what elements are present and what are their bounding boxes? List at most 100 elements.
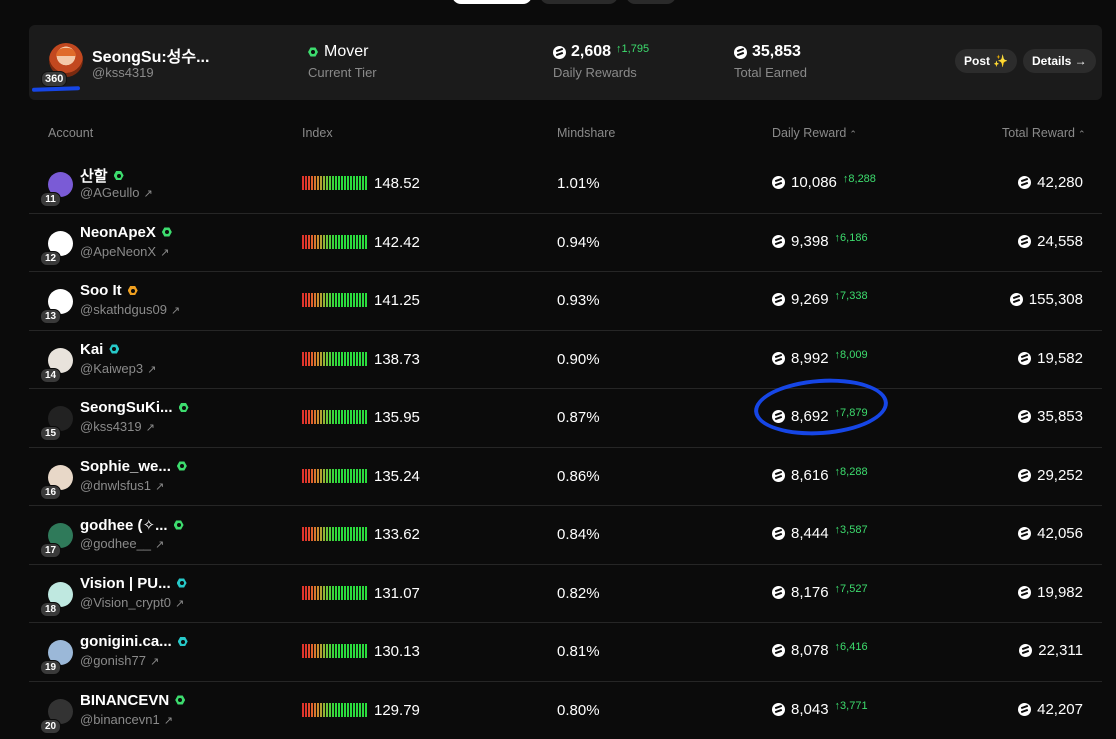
coin-icon — [772, 235, 785, 248]
top-tab-1[interactable] — [452, 0, 532, 4]
table-row[interactable]: 20BINANCEVN@binancevn1↗129.790.80%8,043↑… — [29, 682, 1102, 739]
index-bar-segment — [305, 176, 307, 190]
daily-reward: 9,269↑7,338 — [772, 291, 868, 309]
total-reward: 19,982 — [1018, 584, 1083, 601]
index-value: 133.62 — [374, 526, 420, 543]
top-tab-2[interactable] — [540, 0, 618, 4]
account-handle[interactable]: @Vision_crypt0↗ — [80, 595, 184, 610]
leaderboard-table: 11산할@AGeullo↗148.521.01%10,086↑8,28842,2… — [29, 155, 1102, 739]
account-handle[interactable]: @godhee__↗ — [80, 536, 164, 551]
index-bar-segment — [305, 410, 307, 424]
index-bar-segment — [335, 644, 337, 658]
header-total-reward[interactable]: Total Reward⌃ — [1002, 126, 1086, 140]
index-bar-segment — [314, 703, 316, 717]
index-bar-segment — [353, 527, 355, 541]
account-name-text: SeongSuKi... — [80, 399, 173, 416]
account-name[interactable]: BINANCEVN — [80, 692, 185, 709]
daily-reward-value: 9,398 — [791, 233, 829, 251]
index-bar-segment — [335, 176, 337, 190]
index-bar-segment — [350, 644, 352, 658]
index-bar-segment — [350, 176, 352, 190]
rank-badge: 17 — [40, 543, 61, 558]
index-bar-segment — [308, 527, 310, 541]
tier-hex-icon — [175, 695, 185, 705]
table-row[interactable]: 14Kai@Kaiwep3↗138.730.90%8,992↑8,00919,5… — [29, 331, 1102, 390]
account-name[interactable]: gonigini.ca... — [80, 633, 188, 650]
account-name[interactable]: Soo It — [80, 282, 138, 299]
daily-reward-value: 8,444 — [791, 525, 829, 543]
top-tab-3[interactable] — [626, 0, 676, 4]
table-row[interactable]: 19gonigini.ca...@gonish77↗130.130.81%8,0… — [29, 623, 1102, 682]
account-name[interactable]: Sophie_we... — [80, 458, 187, 475]
account-name[interactable]: SeongSuKi... — [80, 399, 189, 416]
daily-reward-value: 8,043 — [791, 701, 829, 719]
daily-reward-value: 10,086 — [791, 174, 837, 192]
account-handle[interactable]: @dnwlsfus1↗ — [80, 478, 164, 493]
index-bar-segment — [314, 469, 316, 483]
index-bar-segment — [356, 644, 358, 658]
index-bar-segment — [317, 644, 319, 658]
index-bar-segment — [344, 527, 346, 541]
index-bar — [302, 703, 367, 717]
index-bar-segment — [338, 469, 340, 483]
account-handle[interactable]: @AGeullo↗ — [80, 185, 153, 200]
table-row[interactable]: 12NeonApeX@ApeNeonX↗142.420.94%9,398↑6,1… — [29, 214, 1102, 273]
table-row[interactable]: 17 godhee (✧... @godhee__↗ 133.62 0.84% 8,444… — [29, 506, 1102, 565]
index-bar-segment — [350, 703, 352, 717]
table-row[interactable]: 16Sophie_we...@dnwlsfus1↗135.240.86%8,61… — [29, 448, 1102, 507]
details-button[interactable]: Details → — [1023, 49, 1096, 73]
table-row[interactable]: 18Vision | PU...@Vision_crypt0↗131.070.8… — [29, 565, 1102, 624]
coin-icon — [734, 46, 747, 59]
account-handle[interactable]: @gonish77↗ — [80, 653, 159, 668]
account-handle[interactable]: @Kaiwep3↗ — [80, 361, 156, 376]
account-name[interactable]: Kai — [80, 341, 119, 358]
account-handle[interactable]: @kss4319↗ — [80, 419, 155, 434]
index-bar-segment — [344, 235, 346, 249]
index-bar-segment — [362, 293, 364, 307]
index-bar-segment — [329, 527, 331, 541]
account-name[interactable]: Vision | PU... — [80, 575, 187, 592]
rank-badge: 18 — [40, 602, 61, 617]
index-bar-segment — [329, 293, 331, 307]
index-bar-segment — [302, 176, 304, 190]
daily-rewards-value: 2,608 — [571, 43, 611, 61]
account-name[interactable]: godhee (✧... — [80, 516, 184, 534]
external-link-icon: ↗ — [160, 247, 169, 259]
account-name[interactable]: 산할 — [80, 165, 124, 186]
index-bar-segment — [311, 527, 313, 541]
account-handle[interactable]: @skathdgus09↗ — [80, 302, 180, 317]
index-bar-segment — [347, 176, 349, 190]
annotation-underline — [32, 86, 80, 92]
external-link-icon: ↗ — [155, 481, 164, 493]
daily-reward-value: 8,078 — [791, 642, 829, 660]
table-row[interactable]: 13Soo It@skathdgus09↗141.250.93%9,269↑7,… — [29, 272, 1102, 331]
index-bar-segment — [314, 293, 316, 307]
table-row[interactable]: 15SeongSuKi...@kss4319↗135.950.87%8,692↑… — [29, 389, 1102, 448]
index-bar-segment — [353, 293, 355, 307]
total-reward: 42,056 — [1018, 525, 1083, 542]
index-bar-segment — [362, 703, 364, 717]
top-tab-bar — [452, 0, 676, 4]
index-bar-segment — [317, 586, 319, 600]
account-name[interactable]: NeonApeX — [80, 224, 172, 241]
total-earned-label: Total Earned — [734, 65, 807, 80]
post-button[interactable]: Post ✨ — [955, 49, 1017, 73]
index-bar-segment — [329, 469, 331, 483]
account-handle[interactable]: @binancevn1↗ — [80, 712, 173, 727]
mindshare-value: 0.87% — [557, 409, 600, 426]
index-bar-segment — [326, 235, 328, 249]
header-account: Account — [48, 126, 93, 140]
index-bar-segment — [329, 235, 331, 249]
total-reward-value: 155,308 — [1029, 291, 1083, 308]
index-bar-segment — [359, 703, 361, 717]
mindshare-value: 0.84% — [557, 526, 600, 543]
index-bar-segment — [344, 469, 346, 483]
index-bar-segment — [302, 410, 304, 424]
account-handle[interactable]: @ApeNeonX↗ — [80, 244, 169, 259]
index-bar-segment — [332, 644, 334, 658]
daily-rewards: 2,608 ↑1,795 — [553, 43, 649, 61]
index-bar — [302, 176, 367, 190]
header-daily-reward[interactable]: Daily Reward⌃ — [772, 126, 857, 140]
table-row[interactable]: 11산할@AGeullo↗148.521.01%10,086↑8,28842,2… — [29, 155, 1102, 214]
index-bar-segment — [314, 410, 316, 424]
